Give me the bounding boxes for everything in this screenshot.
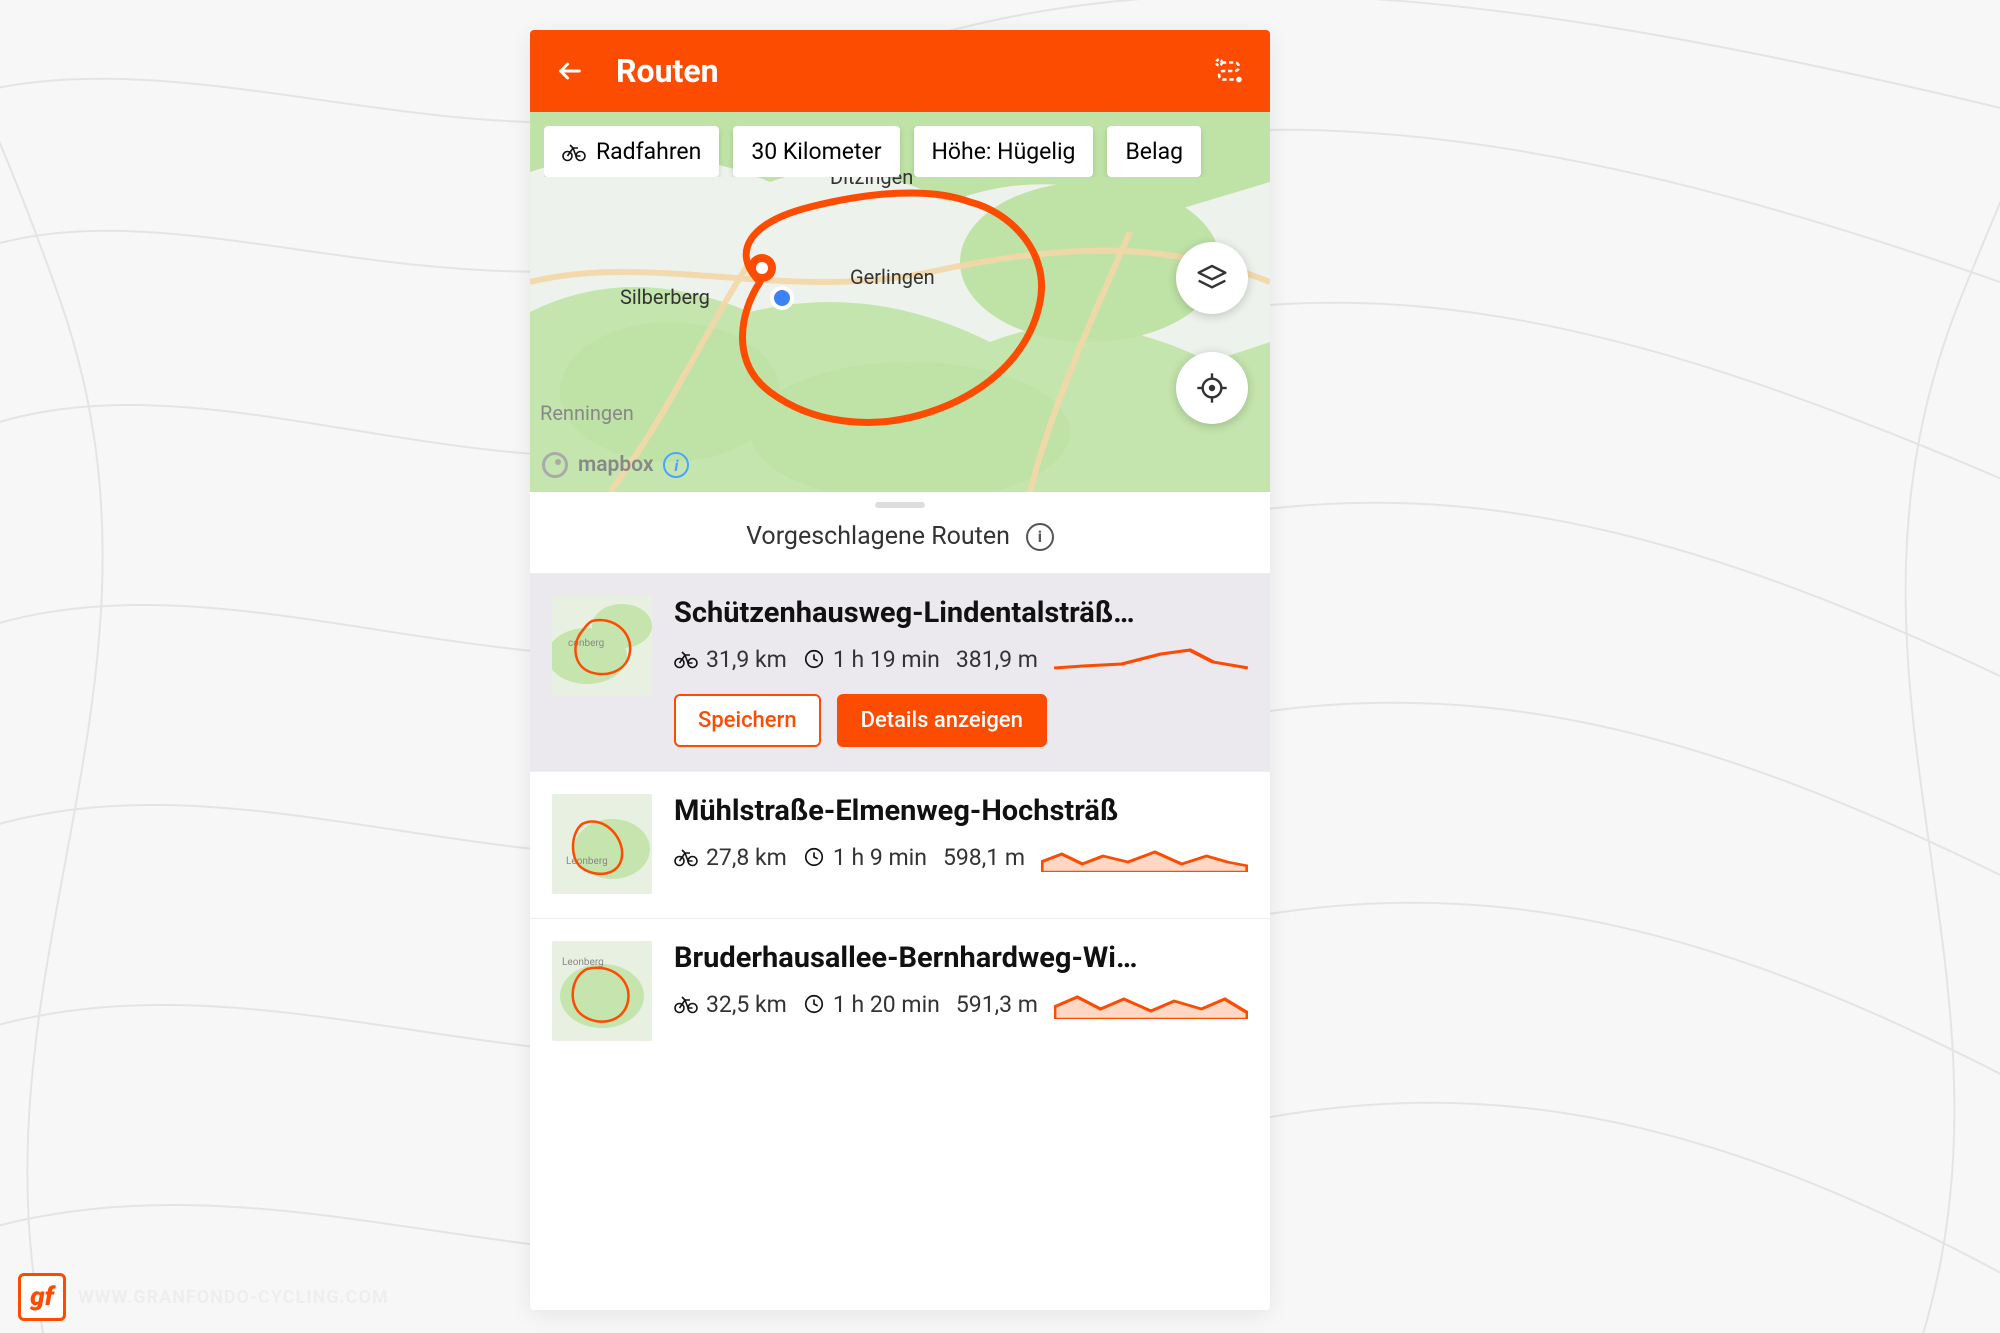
suggested-routes-panel: Vorgeschlagene Routen i conberg Schützen…	[530, 492, 1270, 1310]
map-attribution: mapbox i	[542, 452, 689, 478]
panel-title: Vorgeschlagene Routen	[746, 522, 1010, 551]
watermark-logo: gf	[18, 1273, 66, 1321]
filter-surface-label: Belag	[1125, 138, 1183, 165]
map-label-gerlingen: Gerlingen	[850, 265, 935, 289]
svg-text:Leonberg: Leonberg	[566, 856, 608, 867]
details-button[interactable]: Details anzeigen	[837, 694, 1047, 747]
route-item[interactable]: conberg Schützenhausweg-Lindentalsträß… …	[530, 573, 1270, 771]
route-elevation: 598,1 m	[943, 844, 1025, 871]
filter-distance-label: 30 Kilometer	[751, 138, 881, 165]
route-stats: 31,9 km 1 h 19 min 381,9 m	[674, 644, 1248, 674]
elevation-sparkline	[1054, 989, 1248, 1019]
route-duration: 1 h 9 min	[833, 844, 927, 871]
bike-icon	[562, 142, 586, 162]
page-title: Routen	[616, 52, 1182, 90]
route-actions: Speichern Details anzeigen	[674, 694, 1248, 747]
route-duration: 1 h 20 min	[833, 991, 940, 1018]
bike-icon	[674, 994, 698, 1014]
bike-icon	[674, 649, 698, 669]
map-label-renningen: Renningen	[540, 401, 634, 425]
route-duration: 1 h 19 min	[833, 646, 940, 673]
filter-surface[interactable]: Belag	[1107, 126, 1201, 177]
route-item[interactable]: Leonberg Bruderhausallee-Bernhardweg-Wi……	[530, 918, 1270, 1065]
route-thumbnail: Leonberg	[552, 941, 652, 1041]
save-button[interactable]: Speichern	[674, 694, 821, 747]
map-locate-button[interactable]	[1176, 352, 1248, 424]
route-stats: 32,5 km 1 h 20 min 591,3 m	[674, 989, 1248, 1019]
map-layers-button[interactable]	[1176, 242, 1248, 314]
clock-icon	[803, 993, 825, 1015]
route-distance: 32,5 km	[706, 991, 787, 1018]
bike-icon	[674, 847, 698, 867]
attribution-info-icon[interactable]: i	[663, 452, 689, 478]
info-icon[interactable]: i	[1026, 523, 1054, 551]
filter-elevation-label: Höhe: Hügelig	[932, 138, 1076, 165]
elevation-sparkline	[1041, 842, 1248, 872]
route-thumbnail: conberg	[552, 596, 652, 696]
watermark: gf WWW.GRANFONDO-CYCLING.COM	[18, 1273, 389, 1321]
route-stats: 27,8 km 1 h 9 min 598,1 m	[674, 842, 1248, 872]
filter-elevation[interactable]: Höhe: Hügelig	[914, 126, 1094, 177]
route-name: Mühlstraße-Elmenweg-Hochsträß	[674, 794, 1248, 828]
route-distance: 27,8 km	[706, 844, 787, 871]
mapbox-logo-icon	[542, 452, 568, 478]
route-waypoints-icon[interactable]	[1212, 54, 1246, 88]
route-name: Bruderhausallee-Bernhardweg-Wi…	[674, 941, 1248, 975]
filter-activity-label: Radfahren	[596, 138, 701, 165]
route-elevation: 381,9 m	[956, 646, 1038, 673]
route-elevation: 591,3 m	[956, 991, 1038, 1018]
route-name: Schützenhausweg-Lindentalsträß…	[674, 596, 1248, 630]
filter-row: Radfahren 30 Kilometer Höhe: Hügelig Bel…	[544, 126, 1270, 177]
clock-icon	[803, 648, 825, 670]
panel-header: Vorgeschlagene Routen i	[530, 514, 1270, 573]
route-thumbnail: Leonberg	[552, 794, 652, 894]
clock-icon	[803, 846, 825, 868]
panel-drag-handle[interactable]	[875, 502, 925, 508]
app-header: Routen	[530, 30, 1270, 112]
filter-activity[interactable]: Radfahren	[544, 126, 719, 177]
map-view[interactable]: Ditzingen Gerlingen Silberberg Renningen…	[530, 112, 1270, 492]
elevation-sparkline	[1054, 644, 1248, 674]
attribution-text: mapbox	[578, 453, 653, 477]
route-item[interactable]: Leonberg Mühlstraße-Elmenweg-Hochsträß 2…	[530, 771, 1270, 918]
watermark-url: WWW.GRANFONDO-CYCLING.COM	[78, 1287, 389, 1308]
svg-text:conberg: conberg	[568, 638, 604, 649]
phone-screen: Routen	[530, 30, 1270, 1310]
back-button[interactable]	[554, 55, 586, 87]
filter-distance[interactable]: 30 Kilometer	[733, 126, 899, 177]
route-distance: 31,9 km	[706, 646, 787, 673]
map-label-silberberg: Silberberg	[620, 285, 710, 309]
